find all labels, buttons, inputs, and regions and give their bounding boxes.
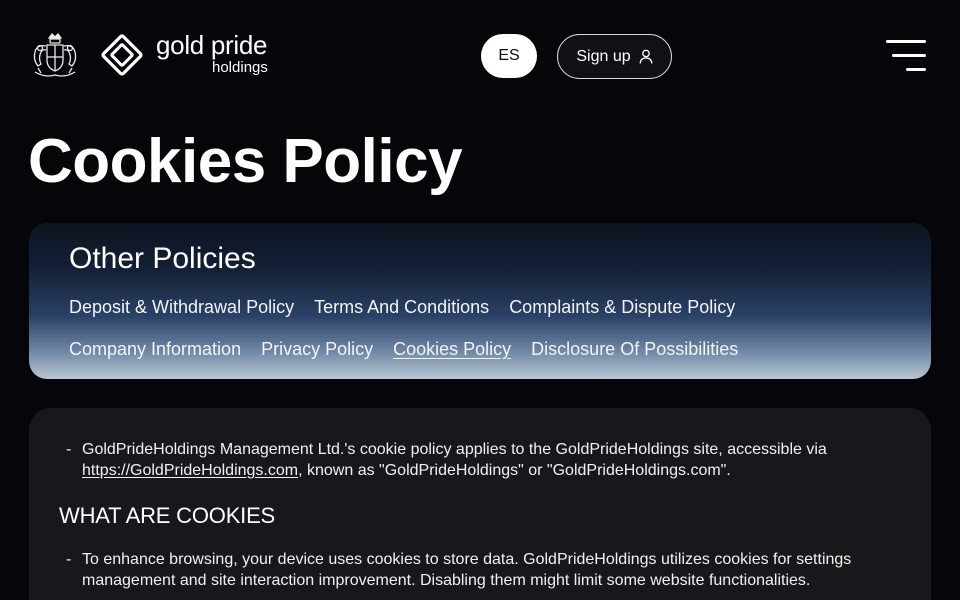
page-title: Cookies Policy <box>28 127 463 196</box>
policy-links-row-2: Company Information Privacy Policy Cooki… <box>69 337 738 361</box>
link-company-information[interactable]: Company Information <box>69 337 241 361</box>
menu-line <box>892 54 926 57</box>
cookies-description: To enhance browsing, your device uses co… <box>82 551 852 589</box>
link-terms-and-conditions[interactable]: Terms And Conditions <box>314 295 489 319</box>
hamburger-menu-icon[interactable] <box>886 40 926 72</box>
link-complaints-dispute-policy[interactable]: Complaints & Dispute Policy <box>509 295 735 319</box>
list-item: - To enhance browsing, your device uses … <box>66 549 886 591</box>
sign-up-button[interactable]: Sign up <box>557 34 672 79</box>
other-policies-card: Other Policies Deposit & Withdrawal Poli… <box>29 223 931 379</box>
menu-line <box>906 68 926 71</box>
brand-name[interactable]: gold pride <box>156 30 268 60</box>
site-url-link[interactable]: https://GoldPrideHoldings.com <box>82 462 298 479</box>
policy-content-card: - GoldPrideHoldings Management Ltd.'s co… <box>29 408 931 600</box>
sign-up-label: Sign up <box>576 47 631 65</box>
royal-crest-icon <box>33 33 77 77</box>
bullet-dash: - <box>66 441 72 458</box>
link-disclosure-of-possibilities[interactable]: Disclosure Of Possibilities <box>531 337 738 361</box>
link-cookies-policy[interactable]: Cookies Policy <box>393 337 511 361</box>
bullet-dash: - <box>66 551 72 568</box>
intro-text-end: , known as "GoldPrideHoldings" or "GoldP… <box>298 462 731 479</box>
site-header: gold pride holdings ES Sign up <box>0 0 960 112</box>
intro-text-start: GoldPrideHoldings Management Ltd.'s cook… <box>82 441 827 458</box>
language-button[interactable]: ES <box>481 34 537 78</box>
user-icon <box>639 49 653 64</box>
other-policies-title: Other Policies <box>69 242 256 275</box>
section-heading-what-are-cookies: WHAT ARE COOKIES <box>59 503 276 528</box>
diamond-logo-icon[interactable] <box>100 33 144 77</box>
intro-paragraph: GoldPrideHoldings Management Ltd.'s cook… <box>66 439 886 481</box>
language-label: ES <box>498 47 520 64</box>
list-item: - GoldPrideHoldings Management Ltd.'s co… <box>66 439 886 481</box>
policy-links-row-1: Deposit & Withdrawal Policy Terms And Co… <box>69 295 735 319</box>
link-privacy-policy[interactable]: Privacy Policy <box>261 337 373 361</box>
brand-subtitle[interactable]: holdings <box>212 59 268 77</box>
link-deposit-withdrawal-policy[interactable]: Deposit & Withdrawal Policy <box>69 295 294 319</box>
menu-line <box>886 40 926 43</box>
